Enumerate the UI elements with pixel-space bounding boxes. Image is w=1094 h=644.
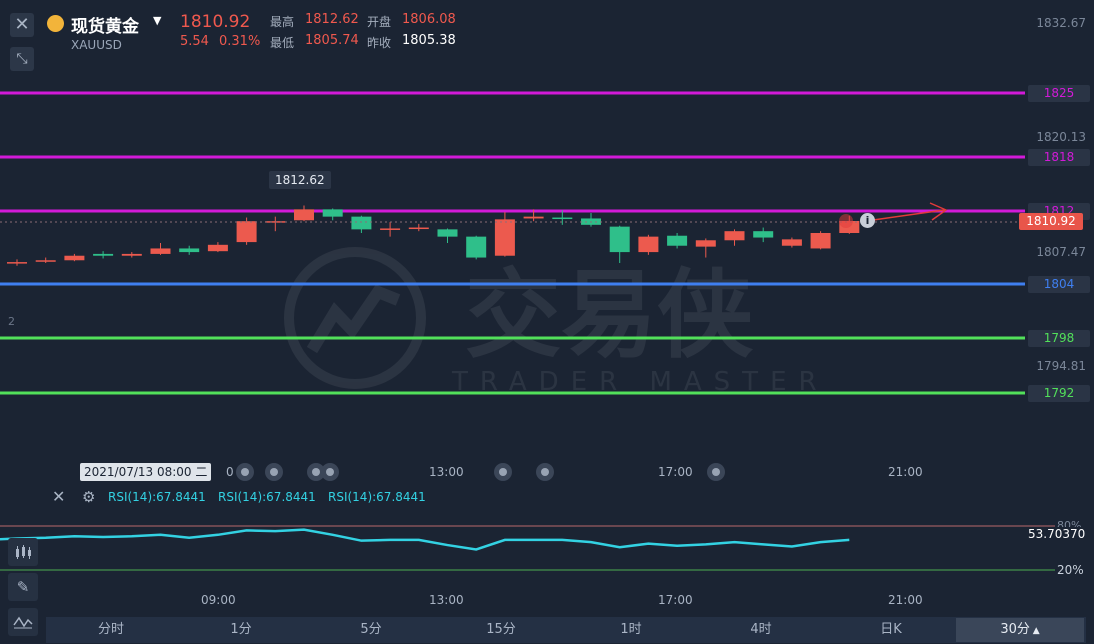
tab-timeframe-1m[interactable]: 1分: [208, 618, 274, 642]
x-tick: 13:00: [429, 465, 464, 479]
candle-body: [667, 235, 688, 246]
candle-body: [294, 209, 314, 221]
candle-body: [121, 253, 142, 256]
rsi-label: RSI(14):67.8441: [108, 490, 206, 504]
candle-body: [437, 229, 458, 237]
settings-gear-icon[interactable]: ⚙: [82, 488, 95, 506]
event-dot-button[interactable]: [321, 463, 339, 481]
candle-body: [150, 248, 171, 254]
event-dot-button[interactable]: [236, 463, 254, 481]
draw-tool-button[interactable]: ✎: [8, 573, 38, 601]
caret-up-icon: ▲: [1029, 626, 1040, 636]
rsi-line: [0, 528, 850, 551]
candle-body: [695, 240, 716, 247]
rsi-panel: [0, 525, 1055, 571]
candle-body: [408, 227, 429, 230]
candle-body: [609, 226, 630, 253]
hline-price-tag: 1798: [1028, 330, 1090, 347]
y-tick: 1820.13: [1036, 130, 1086, 144]
watermark: 交易侠 TRADER MASTER: [284, 247, 817, 397]
timeframe-bar: [46, 617, 1086, 643]
candle-body: [322, 209, 343, 217]
left-partial-label: 2: [8, 315, 15, 328]
y-tick: 1807.47: [1036, 245, 1086, 259]
candles: [7, 205, 860, 266]
hline-price-tag: 1818: [1028, 149, 1090, 166]
info-icon[interactable]: i: [860, 213, 875, 228]
hline-price-tag: 1825: [1028, 85, 1090, 102]
candle-body: [207, 244, 228, 252]
candlestick-icon: [16, 545, 31, 559]
candle-body: [236, 221, 257, 243]
rsi-label: RSI(14):67.8441: [328, 490, 426, 504]
candle-body: [810, 233, 831, 249]
rsi-current-value: 53.70370: [1026, 527, 1088, 541]
y-tick: 1794.81: [1036, 359, 1086, 373]
x-tick: 21:00: [888, 593, 923, 607]
candle-body: [638, 236, 659, 253]
indicator-line-icon: [13, 616, 33, 629]
kline-chart[interactable]: 交易侠 TRADER MASTER: [0, 0, 1094, 644]
candle-body: [64, 255, 85, 261]
tab-timeframe-5m[interactable]: 5分: [338, 618, 404, 642]
y-tick: 1832.67: [1036, 16, 1086, 30]
rsi-level-20: 20%: [1057, 563, 1084, 577]
candle-body: [781, 239, 802, 246]
tab-timeframe-30m-active[interactable]: 30分 ▲: [956, 618, 1084, 642]
close-indicator-icon[interactable]: ✕: [52, 487, 65, 506]
x-tick: 17:00: [658, 593, 693, 607]
candle-body: [7, 262, 27, 264]
pencil-icon: ✎: [16, 578, 30, 596]
x-tick: 17:00: [658, 465, 693, 479]
indicator-button[interactable]: [8, 608, 38, 636]
event-dot-button[interactable]: [265, 463, 283, 481]
candle-body: [351, 216, 372, 230]
crosshair-date-text: 2021/07/13 08:00 二: [84, 465, 208, 479]
event-dot-button[interactable]: [707, 463, 725, 481]
crosshair-date-suffix: 0: [226, 465, 234, 479]
candle-body: [552, 217, 573, 220]
candle-type-button[interactable]: [8, 538, 38, 566]
crosshair-date: 2021/07/13 08:00 二: [80, 463, 212, 481]
candle-body: [35, 260, 56, 262]
candle-body: [93, 253, 114, 256]
watermark-cn-text: 交易侠: [465, 259, 754, 371]
x-tick: 09:00: [201, 593, 236, 607]
candle-body: [466, 236, 487, 258]
candle-body: [523, 216, 544, 219]
event-dot-button[interactable]: [536, 463, 554, 481]
watermark-logo-mark: [306, 284, 401, 354]
event-dot-button[interactable]: [494, 463, 512, 481]
current-price-tag: 1810.92: [1019, 213, 1083, 230]
candle-body: [380, 228, 401, 230]
x-tick: 13:00: [429, 593, 464, 607]
candle-body: [753, 231, 774, 238]
candle-body: [179, 248, 200, 253]
high-marker-label: 1812.62: [269, 171, 331, 189]
candle-body: [494, 219, 515, 256]
hline-price-tag: 1792: [1028, 385, 1090, 402]
x-tick: 21:00: [888, 465, 923, 479]
tab-timeframe-fenshi[interactable]: 分时: [78, 618, 144, 642]
tab-timeframe-1h[interactable]: 1时: [598, 618, 664, 642]
active-timeframe-label: 30分: [1000, 622, 1030, 637]
tab-timeframe-day[interactable]: 日K: [858, 618, 924, 642]
tab-timeframe-15m[interactable]: 15分: [468, 618, 534, 642]
tab-timeframe-4h[interactable]: 4时: [728, 618, 794, 642]
candle-body: [724, 231, 745, 241]
rsi-label: RSI(14):67.8441: [218, 490, 316, 504]
hline-price-tag: 1804: [1028, 276, 1090, 293]
